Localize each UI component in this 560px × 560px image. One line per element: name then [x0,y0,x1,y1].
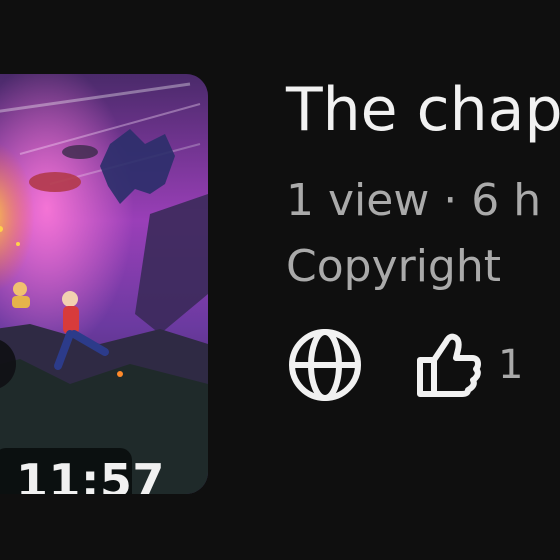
duration-text: 11:57 [16,454,165,494]
globe-icon [286,326,364,404]
video-list-item[interactable]: 11:57 The chap 1 view · 6 h Copyright 1 [0,0,560,560]
video-thumbnail[interactable]: 11:57 [0,74,208,494]
like-count: 1 [498,342,524,388]
thumbs-up-icon[interactable] [410,326,486,402]
thumbnail-artwork [0,74,208,494]
copyright-text: Copyright [286,241,501,292]
duration-badge: 11:57 [0,448,164,494]
video-title[interactable]: The chap [286,72,560,148]
video-meta: 1 view · 6 h [286,175,542,226]
